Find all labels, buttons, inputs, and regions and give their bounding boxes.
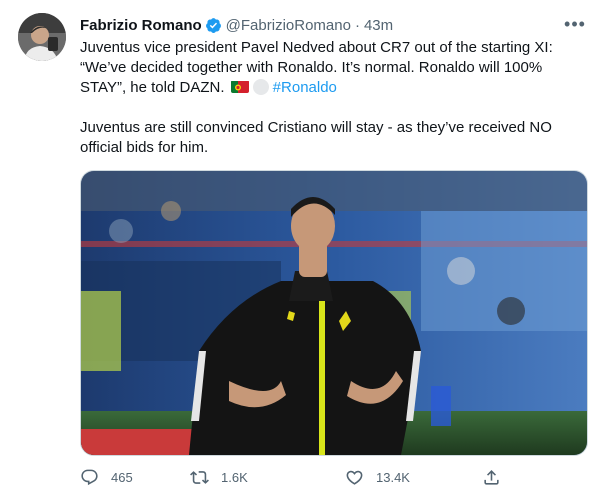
reply-icon: [81, 469, 98, 485]
tweet[interactable]: Fabrizio Romano @FabrizioRomano · 43m ••…: [0, 0, 603, 496]
like-button[interactable]: 13.4K: [345, 468, 410, 487]
author-name[interactable]: Fabrizio Romano: [80, 17, 202, 34]
avatar[interactable]: [18, 13, 66, 61]
retweet-icon: [190, 470, 209, 484]
tweet-paragraph-1: Juventus vice president Pavel Nedved abo…: [80, 38, 590, 98]
tweet-text: Juventus vice president Pavel Nedved abo…: [80, 38, 590, 178]
tweet-header: Fabrizio Romano @FabrizioRomano · 43m: [80, 14, 587, 36]
author-handle[interactable]: @FabrizioRomano: [226, 17, 351, 34]
reply-count: 465: [111, 469, 133, 485]
like-count: 13.4K: [376, 469, 410, 485]
emoji-icon: [252, 79, 269, 95]
share-button[interactable]: [482, 468, 513, 487]
separator-dot: ·: [354, 16, 360, 34]
retweet-count: 1.6K: [221, 469, 248, 485]
tweet-time[interactable]: 43m: [364, 17, 393, 34]
tweet-photo[interactable]: [80, 170, 588, 456]
reply-button[interactable]: 465: [80, 468, 133, 487]
heart-icon: [346, 470, 363, 485]
verified-badge-icon: [205, 17, 221, 33]
portugal-flag-icon: [230, 80, 249, 93]
tweet-paragraph-2: Juventus are still convinced Cristiano w…: [80, 119, 552, 156]
more-options-icon[interactable]: •••: [563, 14, 587, 34]
retweet-button[interactable]: 1.6K: [190, 468, 248, 487]
tweet-actions: 465 1.6K 13.4K: [80, 465, 540, 489]
hashtag-link[interactable]: #Ronaldo: [273, 79, 337, 96]
share-icon: [484, 469, 499, 485]
